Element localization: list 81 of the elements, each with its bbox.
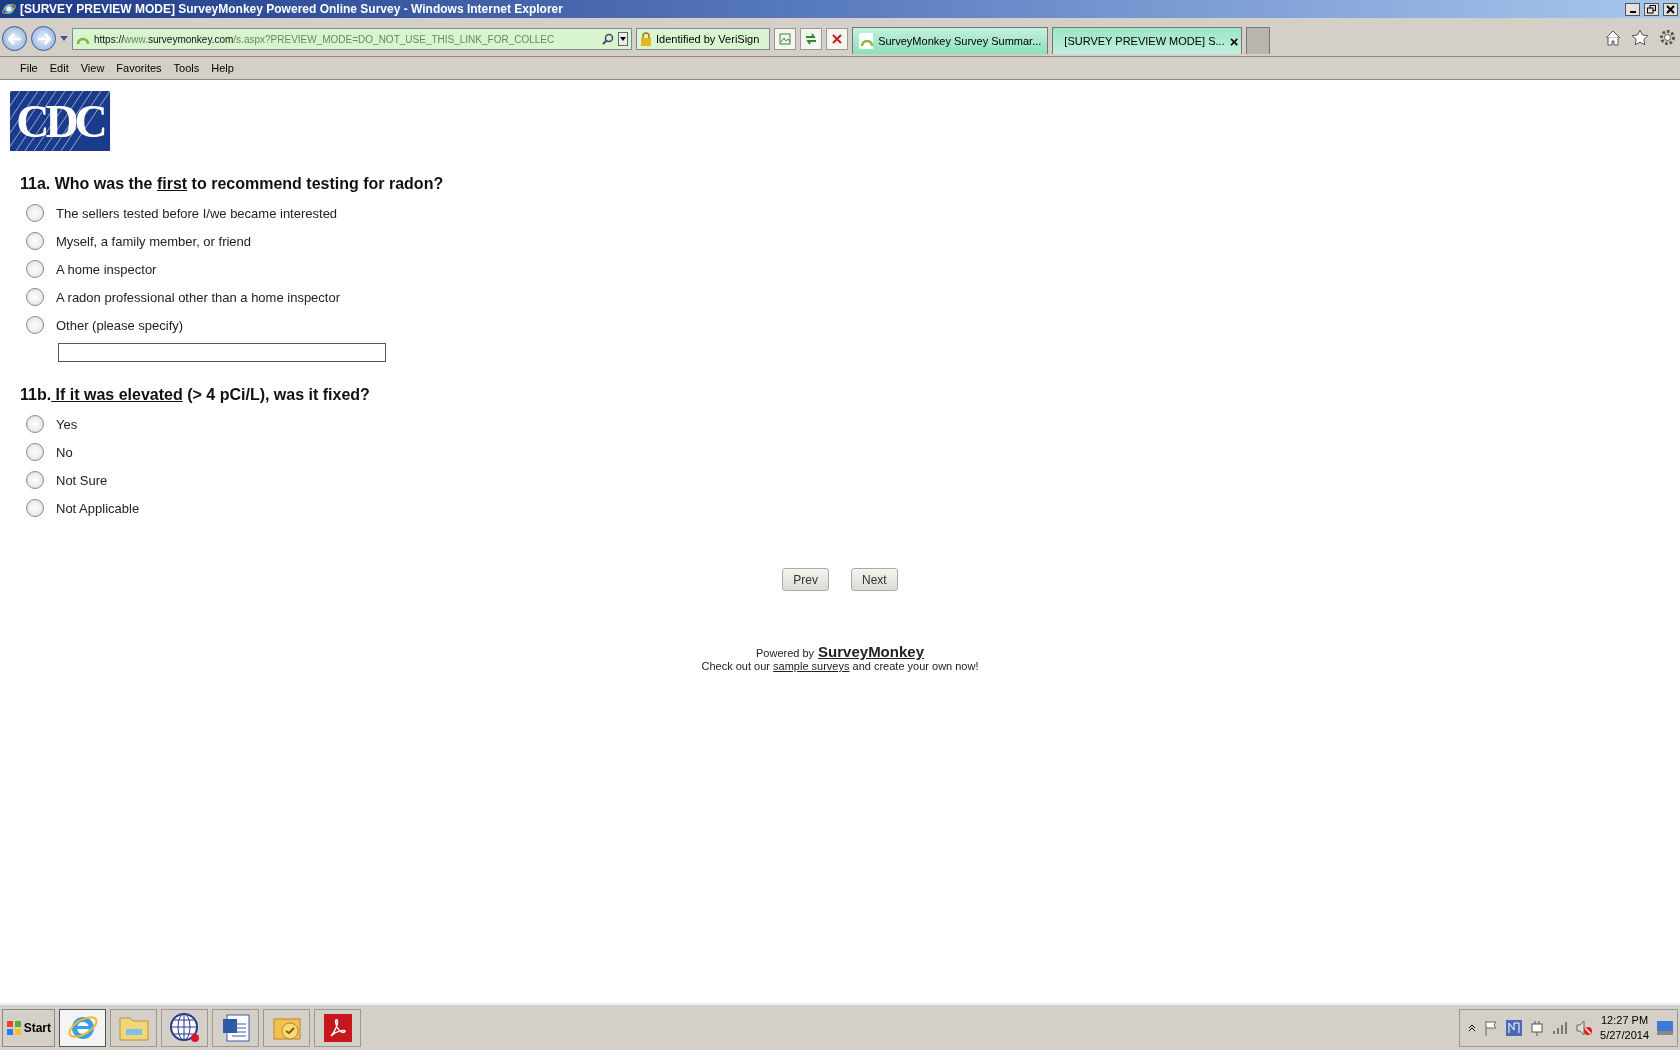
option-label: Myself, a family member, or friend [56,233,252,249]
flag-icon[interactable] [1484,1019,1499,1036]
option-label: A home inspector [56,261,157,277]
window-title: [SURVEY PREVIEW MODE] SurveyMonkey Powered Online Survey - Windows Internet Explorer [20,2,564,16]
refresh-icon [804,33,819,45]
radio-button[interactable] [26,443,44,461]
radio-button[interactable] [26,316,44,334]
menu-item[interactable]: Tools [167,62,206,74]
back-button[interactable] [2,26,27,51]
radio-button[interactable] [26,260,44,278]
radio-button[interactable] [26,415,44,433]
close-icon [1666,4,1675,14]
network-app-icon[interactable] [1506,1019,1523,1036]
radio-button[interactable] [26,204,44,222]
star-icon[interactable] [1631,29,1649,46]
taskbar-app-button[interactable] [314,1008,361,1047]
start-button[interactable]: Start [2,1008,55,1047]
nav-button[interactable]: Next [851,568,898,591]
input-field[interactable] [58,343,386,362]
menu-item[interactable]: Help [205,62,240,74]
radio-button[interactable] [26,288,44,306]
show-desktop-icon[interactable] [1657,1020,1673,1035]
question-title: 11a. Who was the first to recommend testing for radon? [20,175,445,193]
restore-button[interactable] [1644,2,1659,16]
windows-logo-icon [6,1019,22,1036]
muted-speaker-icon[interactable] [1576,1019,1593,1036]
home-icon[interactable] [1605,30,1621,46]
stop-button[interactable] [826,28,849,50]
taskbar-app-button[interactable] [59,1008,106,1047]
browser-icon [2,2,16,16]
taskbar-app-button[interactable] [161,1008,208,1047]
nav-button[interactable]: Prev [782,568,829,591]
powered-by-text: Powered by [756,647,815,659]
brand-link[interactable]: SurveyMonkey [818,643,924,660]
padlock-icon [640,32,652,46]
arrow-left-icon [7,32,22,45]
plug-icon[interactable] [1530,1019,1545,1036]
settings-icon[interactable] [1659,29,1676,46]
sample-surveys-link[interactable]: sample surveys [773,660,850,672]
signal-bars-icon[interactable] [1552,1021,1569,1034]
clock[interactable]: 12:27 PM 5/27/2014 [1600,1012,1649,1043]
radio-button[interactable] [26,232,44,250]
option-label: Yes [56,416,78,432]
cross-icon [832,34,843,44]
option-label: The sellers tested before I/we became interested [56,205,338,221]
taskbar-app-button[interactable] [212,1008,259,1047]
question-title: 11b. If it was elevated (> 4 pCi/L), was it fixed? [20,386,371,404]
forward-button[interactable] [31,26,56,51]
tab-close-button[interactable]: × [1229,32,1239,50]
new-tab-button[interactable] [1246,27,1271,54]
site-icon [859,33,874,49]
restore-icon [1647,4,1656,14]
logo: CDC [10,91,110,151]
menu-item[interactable]: Edit [43,62,75,74]
search-icon[interactable] [602,33,614,45]
option-label: A radon professional other than a home inspector [56,289,340,305]
option-label: Other (please specify) [56,317,184,333]
url-text: https://www.surveymonkey.com/s.aspx?PREVIEW_MODE=DO_NOT_USE_THIS_LINK_FOR_COLLEC [94,33,556,45]
option-label: Not Sure [56,472,108,488]
menu-item[interactable]: Favorites [110,62,168,74]
menu-item[interactable]: View [74,62,111,74]
browser-tab[interactable]: SurveyMonkey Survey Summar... [852,27,1049,54]
picture-icon [779,33,792,45]
radio-button[interactable] [26,471,44,489]
footer-text: Check out our sample surveys and create your own now! [701,660,979,672]
chevron-up-icon[interactable] [1468,1023,1477,1032]
document-icon [220,1012,251,1043]
minimize-button[interactable] [1625,2,1640,16]
radio-button[interactable] [26,499,44,517]
arrow-right-icon [36,32,51,45]
globe-icon [168,1011,201,1044]
address-bar[interactable]: https://www.surveymonkey.com/s.aspx?PREVIEW_MODE=DO_NOT_USE_THIS_LINK_FOR_COLLEC [72,28,632,50]
browser-tab[interactable]: [SURVEY PREVIEW MODE] S... × [1052,27,1243,54]
security-badge[interactable]: Identified by VeriSign [636,28,771,50]
menu-item[interactable]: File [14,62,44,74]
compatibility-button[interactable] [774,28,797,50]
pdf-icon [322,1012,353,1043]
close-button[interactable] [1663,2,1678,16]
option-label: Not Applicable [56,500,140,516]
refresh-button[interactable] [800,28,823,50]
option-label: No [56,444,73,460]
